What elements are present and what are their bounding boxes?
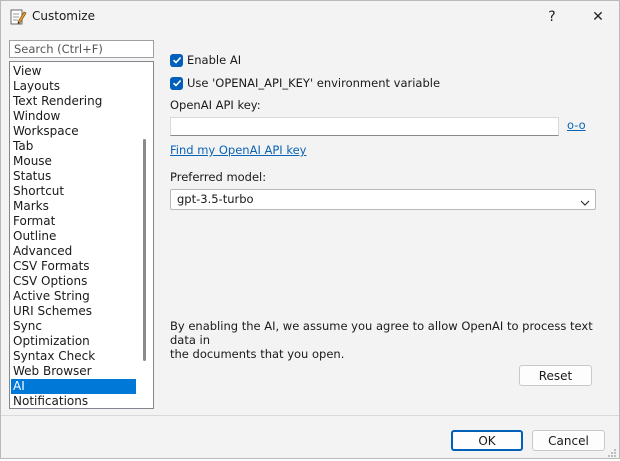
close-icon: ✕	[592, 9, 604, 25]
preferred-model-label: Preferred model:	[170, 170, 267, 184]
sidebar-item-mouse[interactable]: Mouse	[11, 154, 136, 169]
search-placeholder: Search (Ctrl+F)	[14, 42, 103, 56]
reveal-key-link[interactable]: o-o	[567, 118, 586, 132]
sidebar-item-view[interactable]: View	[11, 64, 136, 79]
reset-button[interactable]: Reset	[519, 365, 592, 386]
title-bar[interactable]: Customize ? ✕	[1, 1, 619, 33]
sidebar-item-csv-formats[interactable]: CSV Formats	[11, 259, 136, 274]
ok-button[interactable]: OK	[451, 430, 523, 451]
sidebar-item-status[interactable]: Status	[11, 169, 136, 184]
notepad-app-icon	[9, 8, 27, 26]
preferred-model-select[interactable]: gpt-3.5-turbo	[170, 189, 596, 210]
category-list-scrollbar-thumb[interactable]	[143, 139, 146, 361]
footer-divider	[1, 415, 619, 416]
sidebar-item-shortcut[interactable]: Shortcut	[11, 184, 136, 199]
enable-ai-label: Enable AI	[187, 53, 242, 67]
sidebar-item-outline[interactable]: Outline	[11, 229, 136, 244]
sidebar-item-uri-schemes[interactable]: URI Schemes	[11, 304, 136, 319]
sidebar-item-tab[interactable]: Tab	[11, 139, 136, 154]
sidebar-item-csv-options[interactable]: CSV Options	[11, 274, 136, 289]
sidebar-item-window[interactable]: Window	[11, 109, 136, 124]
sidebar-item-syntax-check[interactable]: Syntax Check	[11, 349, 136, 364]
customize-dialog: Customize ? ✕ Search (Ctrl+F) View Layout…	[0, 0, 620, 459]
enable-ai-checkbox[interactable]: Enable AI	[170, 52, 241, 68]
checkbox-checked-icon	[170, 53, 183, 67]
sidebar-item-layouts[interactable]: Layouts	[11, 79, 136, 94]
category-list[interactable]: View Layouts Text Rendering Window Workspace…	[9, 61, 154, 409]
sidebar-item-web-browser[interactable]: Web Browser	[11, 364, 136, 379]
close-button[interactable]: ✕	[575, 1, 620, 33]
sidebar-item-optimization[interactable]: Optimization	[11, 334, 136, 349]
sidebar-item-advanced[interactable]: Advanced	[11, 244, 136, 259]
search-input[interactable]: Search (Ctrl+F)	[9, 40, 154, 58]
sidebar-item-active-string[interactable]: Active String	[11, 289, 136, 304]
ai-consent-notice: By enabling the AI, we assume you agree …	[170, 319, 610, 361]
sidebar-item-sync[interactable]: Sync	[11, 319, 136, 334]
api-key-input[interactable]	[170, 117, 559, 136]
sidebar-item-text-rendering[interactable]: Text Rendering	[11, 94, 136, 109]
sidebar-item-marks[interactable]: Marks	[11, 199, 136, 214]
resize-grip-icon[interactable]	[607, 447, 617, 457]
sidebar-item-format[interactable]: Format	[11, 214, 136, 229]
use-env-var-checkbox[interactable]: Use 'OPENAI_API_KEY' environment variabl…	[170, 75, 440, 91]
help-button[interactable]: ?	[529, 1, 575, 33]
sidebar-item-notifications[interactable]: Notifications	[11, 394, 136, 408]
chevron-down-icon	[580, 195, 590, 206]
sidebar-item-ai[interactable]: AI	[11, 379, 136, 394]
sidebar-item-workspace[interactable]: Workspace	[11, 124, 136, 139]
window-title: Customize	[32, 9, 95, 23]
notice-line-2: the documents that you open.	[170, 347, 345, 361]
notice-line-1: By enabling the AI, we assume you agree …	[170, 319, 593, 347]
api-key-label: OpenAI API key:	[170, 98, 261, 112]
find-api-key-link[interactable]: Find my OpenAI API key	[170, 143, 307, 157]
checkbox-checked-icon	[170, 76, 183, 90]
preferred-model-value: gpt-3.5-turbo	[177, 192, 254, 206]
cancel-button[interactable]: Cancel	[532, 430, 605, 451]
use-env-var-label: Use 'OPENAI_API_KEY' environment variabl…	[187, 76, 441, 90]
